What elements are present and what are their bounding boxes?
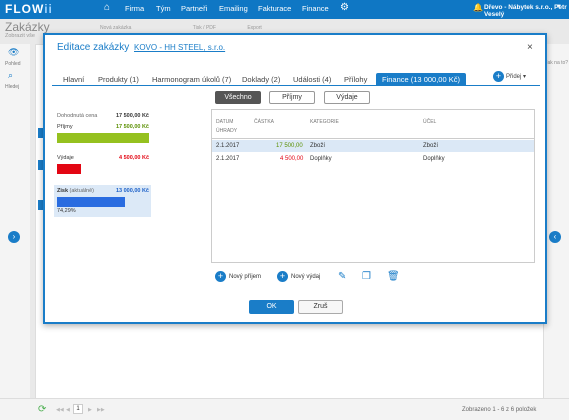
next-page-icon[interactable]: ▶ (88, 407, 92, 413)
sidebar-item-pohled[interactable]: Pohled (5, 61, 21, 67)
page-subtitle[interactable]: Zobrazit vše (5, 33, 35, 39)
agreed-price-label: Dohodnutá cena (57, 113, 98, 119)
refresh-icon[interactable]: ⟳ (38, 404, 46, 415)
first-page-icon[interactable]: ◀◀ (56, 407, 64, 413)
header-divider (212, 138, 534, 139)
cell-category: Zboží (310, 143, 326, 149)
chevron-right-icon[interactable]: › (8, 231, 20, 243)
cell-amount: 17 500,00 (276, 143, 303, 149)
col-header-amount[interactable]: ČÁSTKA (254, 118, 274, 127)
page-title: Zakázky (5, 20, 50, 34)
chevron-down-icon[interactable]: ▼ (556, 4, 562, 10)
profit-label: Zisk (57, 188, 69, 194)
cell-category: Doplňky (310, 156, 332, 162)
profit-bar (57, 197, 126, 207)
plus-icon: + (493, 71, 504, 82)
filter-expense[interactable]: Výdaje (324, 91, 370, 104)
edit-order-dialog: Editace zakázky KOVO - HH STEEL, s.r.o. … (43, 33, 547, 324)
cell-purpose: Doplňky (423, 156, 445, 162)
ok-button[interactable]: OK (249, 300, 294, 314)
nav-item-tym[interactable]: Tým (156, 4, 171, 13)
home-icon[interactable]: ⌂ (104, 2, 110, 13)
gear-icon[interactable]: ⚙ (340, 2, 349, 13)
customer-link[interactable]: KOVO - HH STEEL, s.r.o. (134, 43, 225, 52)
cancel-button[interactable]: Zruš (298, 300, 343, 314)
tabs-underline (52, 85, 540, 86)
close-icon[interactable]: × (527, 42, 533, 53)
income-bar (57, 133, 149, 143)
bg-toolbar-print[interactable]: Tisk / PDF (193, 25, 216, 31)
page-number[interactable]: 1 (73, 404, 83, 414)
bg-toolbar-new[interactable]: Nová zakázka (100, 25, 131, 31)
cell-amount: 4 500,00 (280, 156, 304, 162)
bg-toolbar-export[interactable]: Export (247, 25, 261, 31)
nav-item-finance[interactable]: Finance (302, 4, 329, 13)
search-icon[interactable]: ⌕ (8, 70, 13, 81)
new-income-button[interactable]: + Nový příjem (215, 271, 261, 282)
last-page-icon[interactable]: ▶▶ (97, 407, 105, 413)
chevron-left-icon[interactable]: ‹ (549, 231, 561, 243)
income-label: Příjmy (57, 124, 73, 130)
help-link[interactable]: Jak na to? (545, 60, 568, 66)
pager: ⟳ ◀◀ ◀ 1 ▶ ▶▶ Zobrazeno 1 - 6 z 6 polože… (0, 398, 569, 420)
income-value: 17 500,00 Kč (115, 124, 149, 130)
profit-row: Zisk (aktuálně) 13 000,00 Kč (57, 188, 149, 194)
expense-row: Výdaje 4 500,00 Kč (57, 155, 149, 161)
prev-page-icon[interactable]: ◀ (66, 407, 70, 413)
cell-date: 2.1.2017 (216, 156, 240, 162)
bell-icon[interactable]: 🔔 (473, 3, 483, 12)
edit-icon[interactable]: ✎ (338, 271, 346, 282)
add-button[interactable]: + Přidej ▾ (493, 71, 526, 82)
col-header-date[interactable]: DATUM ÚHRADY (216, 118, 246, 136)
nav-item-emailing[interactable]: Emailing (219, 4, 248, 13)
eye-icon[interactable]: 👁 (8, 47, 19, 58)
profit-box: Zisk (aktuálně) 13 000,00 Kč 74,29% (54, 185, 151, 217)
profit-value: 13 000,00 Kč (115, 188, 149, 194)
cell-purpose: Zboží (423, 143, 439, 149)
trash-icon[interactable]: 🗑 (387, 271, 400, 282)
table-row[interactable]: 2.1.2017 4 500,00 Doplňky Doplňky (212, 153, 534, 165)
col-header-category[interactable]: KATEGORIE (310, 118, 339, 127)
nav-item-fakturace[interactable]: Fakturace (258, 4, 291, 13)
copy-icon[interactable]: ❐ (362, 271, 371, 282)
finance-table: DATUM ÚHRADY ČÁSTKA KATEGORIE ÚČEL 2.1.2… (211, 109, 535, 263)
table-row[interactable]: 2.1.2017 17 500,00 Zboží Zboží (212, 140, 534, 152)
filter-income[interactable]: Příjmy (269, 91, 315, 104)
filter-all[interactable]: Všechno (215, 91, 261, 104)
pager-status: Zobrazeno 1 - 6 z 6 položek (462, 407, 537, 413)
profit-note: (aktuálně) (69, 188, 95, 194)
agreed-price-row: Dohodnutá cena 17 500,00 Kč (57, 113, 149, 119)
top-nav-bar: FLOWii ⌂ Firma Tým Partneři Emailing Fak… (0, 0, 569, 19)
plus-icon: + (277, 271, 288, 282)
dialog-title: Editace zakázky (57, 42, 130, 53)
app-logo[interactable]: FLOWii (5, 2, 53, 16)
bg-toolbar: Nová zakázka Tisk / PDF Export (100, 25, 262, 31)
profit-pct: 74,29% (57, 208, 76, 214)
income-row: Příjmy 17 500,00 Kč (57, 124, 149, 130)
cell-date: 2.1.2017 (216, 143, 240, 149)
plus-icon: + (215, 271, 226, 282)
expense-bar (57, 164, 81, 174)
nav-item-partneri[interactable]: Partneři (181, 4, 207, 13)
sidebar-item-hledej[interactable]: Hledej (5, 84, 19, 90)
expense-label: Výdaje (57, 155, 74, 161)
nav-item-firma[interactable]: Firma (125, 4, 144, 13)
new-expense-button[interactable]: + Nový výdaj (277, 271, 320, 282)
expense-value: 4 500,00 Kč (119, 155, 149, 161)
col-header-purpose[interactable]: ÚČEL (423, 118, 436, 127)
agreed-price-value: 17 500,00 Kč (115, 113, 149, 119)
